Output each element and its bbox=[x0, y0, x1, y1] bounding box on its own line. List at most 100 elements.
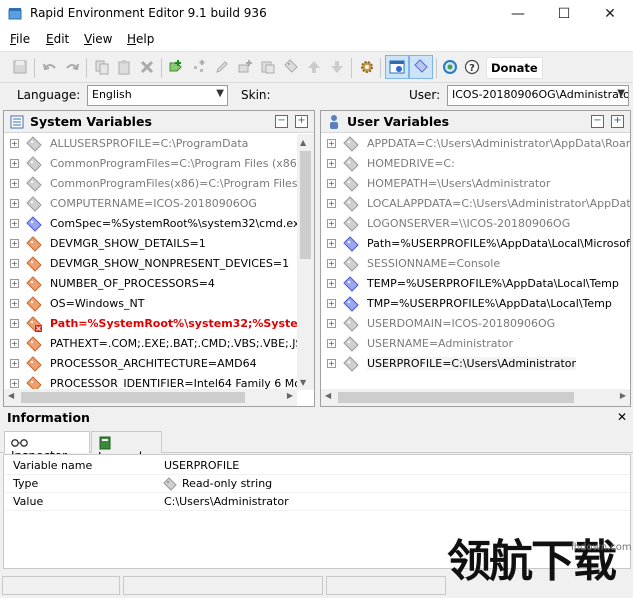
expand-toggle[interactable]: + bbox=[327, 339, 336, 348]
expand-toggle[interactable]: + bbox=[10, 259, 19, 268]
expand-toggle[interactable]: + bbox=[327, 179, 336, 188]
list-item[interactable]: + NUMBER_OF_PROCESSORS=4 bbox=[4, 274, 297, 294]
list-item[interactable]: + LOGONSERVER=\\ICOS-20180906OG bbox=[321, 214, 630, 234]
expand-toggle[interactable]: + bbox=[10, 299, 19, 308]
expand-toggle[interactable]: + bbox=[327, 239, 336, 248]
expand-all-button[interactable]: + bbox=[611, 115, 624, 128]
list-item[interactable]: + TEMP=%USERPROFILE%\AppData\Local\Temp bbox=[321, 274, 630, 294]
refresh-icon[interactable] bbox=[440, 57, 460, 77]
view-info-icon[interactable] bbox=[385, 55, 409, 79]
delete-icon[interactable] bbox=[137, 57, 157, 77]
expand-toggle[interactable]: + bbox=[10, 139, 19, 148]
list-item[interactable]: + PROCESSOR_ARCHITECTURE=AMD64 bbox=[4, 354, 297, 374]
language-select[interactable]: English ▼ bbox=[87, 85, 228, 106]
settings-icon[interactable] bbox=[357, 57, 377, 77]
system-panel-title: System Variables bbox=[30, 114, 152, 129]
expand-toggle[interactable]: + bbox=[327, 139, 336, 148]
list-item[interactable]: + Path=%SystemRoot%\system32;%Systen bbox=[4, 314, 297, 334]
list-item[interactable]: + HOMEPATH=\Users\Administrator bbox=[321, 174, 630, 194]
donate-button[interactable]: Donate bbox=[486, 57, 543, 79]
expand-toggle[interactable]: + bbox=[327, 359, 336, 368]
list-item[interactable]: + ComSpec=%SystemRoot%\system32\cmd.exe bbox=[4, 214, 297, 234]
tag-icon bbox=[26, 156, 42, 172]
expand-toggle[interactable]: + bbox=[10, 179, 19, 188]
skin-select[interactable] bbox=[276, 85, 391, 106]
tab-legend[interactable]: Legend bbox=[91, 431, 162, 464]
expand-toggle[interactable]: + bbox=[327, 319, 336, 328]
tag-icon bbox=[26, 296, 42, 312]
help-icon[interactable]: ? bbox=[462, 57, 482, 77]
expand-toggle[interactable]: + bbox=[10, 159, 19, 168]
expand-toggle[interactable]: + bbox=[10, 199, 19, 208]
expand-toggle[interactable]: + bbox=[10, 319, 19, 328]
system-vertical-scrollbar[interactable]: ▲ ▼ bbox=[297, 134, 314, 390]
list-item[interactable]: + PATHEXT=.COM;.EXE;.BAT;.CMD;.VBS;.VBE;.… bbox=[4, 334, 297, 354]
expand-toggle[interactable]: + bbox=[327, 259, 336, 268]
tab-inspector[interactable]: Inspector bbox=[4, 431, 90, 463]
list-item[interactable]: + Path=%USERPROFILE%\AppData\Local\Micros… bbox=[321, 234, 630, 254]
readonly-tag-icon bbox=[163, 477, 177, 491]
list-item[interactable]: + DEVMGR_SHOW_NONPRESENT_DEVICES=1 bbox=[4, 254, 297, 274]
insert-icon[interactable] bbox=[258, 57, 278, 77]
add-value-icon[interactable] bbox=[189, 57, 209, 77]
menu-bar: File Edit View Help bbox=[0, 28, 633, 52]
list-item[interactable]: + PROCESSOR_IDENTIFIER=Intel64 Family 6 M… bbox=[4, 374, 297, 390]
list-item[interactable]: + CommonProgramFiles=C:\Program Files (x8… bbox=[4, 154, 297, 174]
expand-toggle[interactable]: + bbox=[327, 159, 336, 168]
inspector-key: Value bbox=[13, 495, 44, 508]
menu-file[interactable]: File bbox=[10, 32, 30, 46]
list-item[interactable]: + ALLUSERSPROFILE=C:\ProgramData bbox=[4, 134, 297, 154]
expand-toggle[interactable]: + bbox=[327, 219, 336, 228]
collapse-all-button[interactable]: − bbox=[591, 115, 604, 128]
list-item[interactable]: + USERDOMAIN=ICOS-20180906OG bbox=[321, 314, 630, 334]
minimize-button[interactable]: — bbox=[495, 0, 541, 28]
save-icon[interactable] bbox=[10, 57, 30, 77]
list-item[interactable]: + COMPUTERNAME=ICOS-20180906OG bbox=[4, 194, 297, 214]
expand-toggle[interactable]: + bbox=[10, 279, 19, 288]
list-item[interactable]: + TMP=%USERPROFILE%\AppData\Local\Temp bbox=[321, 294, 630, 314]
paste-icon[interactable] bbox=[114, 57, 134, 77]
list-item[interactable]: + CommonProgramFiles(x86)=C:\Program File… bbox=[4, 174, 297, 194]
close-button[interactable]: ✕ bbox=[587, 0, 633, 28]
list-item[interactable]: + USERNAME=Administrator bbox=[321, 334, 630, 354]
expand-all-button[interactable]: + bbox=[295, 115, 308, 128]
expand-toggle[interactable]: + bbox=[327, 279, 336, 288]
expand-toggle[interactable]: + bbox=[10, 239, 19, 248]
inspector-key: Variable name bbox=[13, 459, 93, 472]
user-variables-panel: User Variables − + + APPDATA=C:\Users\Adm… bbox=[320, 110, 631, 407]
list-item[interactable]: + APPDATA=C:\Users\Administrator\AppData\… bbox=[321, 134, 630, 154]
expand-toggle[interactable]: + bbox=[10, 359, 19, 368]
tag-icon bbox=[343, 316, 359, 332]
maximize-button[interactable]: ☐ bbox=[541, 0, 587, 28]
variable-text: ComSpec=%SystemRoot%\system32\cmd.exe bbox=[50, 217, 297, 230]
user-horizontal-scrollbar[interactable]: ◀ ▶ bbox=[321, 389, 630, 406]
redo-icon[interactable] bbox=[62, 57, 82, 77]
user-select[interactable]: ICOS-20180906OG\Administrato ▼ bbox=[447, 85, 629, 106]
expand-toggle[interactable]: + bbox=[10, 339, 19, 348]
menu-view[interactable]: View bbox=[84, 32, 112, 46]
expand-toggle[interactable]: + bbox=[10, 379, 19, 388]
list-item[interactable]: + USERPROFILE=C:\Users\Administrator bbox=[321, 354, 630, 374]
expand-toggle[interactable]: + bbox=[327, 299, 336, 308]
system-horizontal-scrollbar[interactable]: ◀ ▶ bbox=[4, 389, 297, 406]
view-tag-icon[interactable] bbox=[409, 55, 433, 79]
list-item[interactable]: + SESSIONNAME=Console bbox=[321, 254, 630, 274]
undo-icon[interactable] bbox=[40, 57, 60, 77]
add-variable-icon[interactable] bbox=[166, 57, 186, 77]
menu-help[interactable]: Help bbox=[127, 32, 154, 46]
edit-icon[interactable] bbox=[212, 57, 232, 77]
add-expanded-icon[interactable] bbox=[235, 57, 255, 77]
list-item[interactable]: + HOMEDRIVE=C: bbox=[321, 154, 630, 174]
expand-toggle[interactable]: + bbox=[327, 199, 336, 208]
collapse-all-button[interactable]: − bbox=[275, 115, 288, 128]
list-item[interactable]: + DEVMGR_SHOW_DETAILS=1 bbox=[4, 234, 297, 254]
copy-icon[interactable] bbox=[92, 57, 112, 77]
close-icon[interactable]: ✕ bbox=[617, 410, 627, 424]
menu-edit[interactable]: Edit bbox=[46, 32, 69, 46]
tag-icon[interactable] bbox=[281, 57, 301, 77]
expand-toggle[interactable]: + bbox=[10, 219, 19, 228]
list-item[interactable]: + OS=Windows_NT bbox=[4, 294, 297, 314]
list-item[interactable]: + LOCALAPPDATA=C:\Users\Administrator\App… bbox=[321, 194, 630, 214]
move-up-icon[interactable] bbox=[304, 57, 324, 77]
move-down-icon[interactable] bbox=[327, 57, 347, 77]
